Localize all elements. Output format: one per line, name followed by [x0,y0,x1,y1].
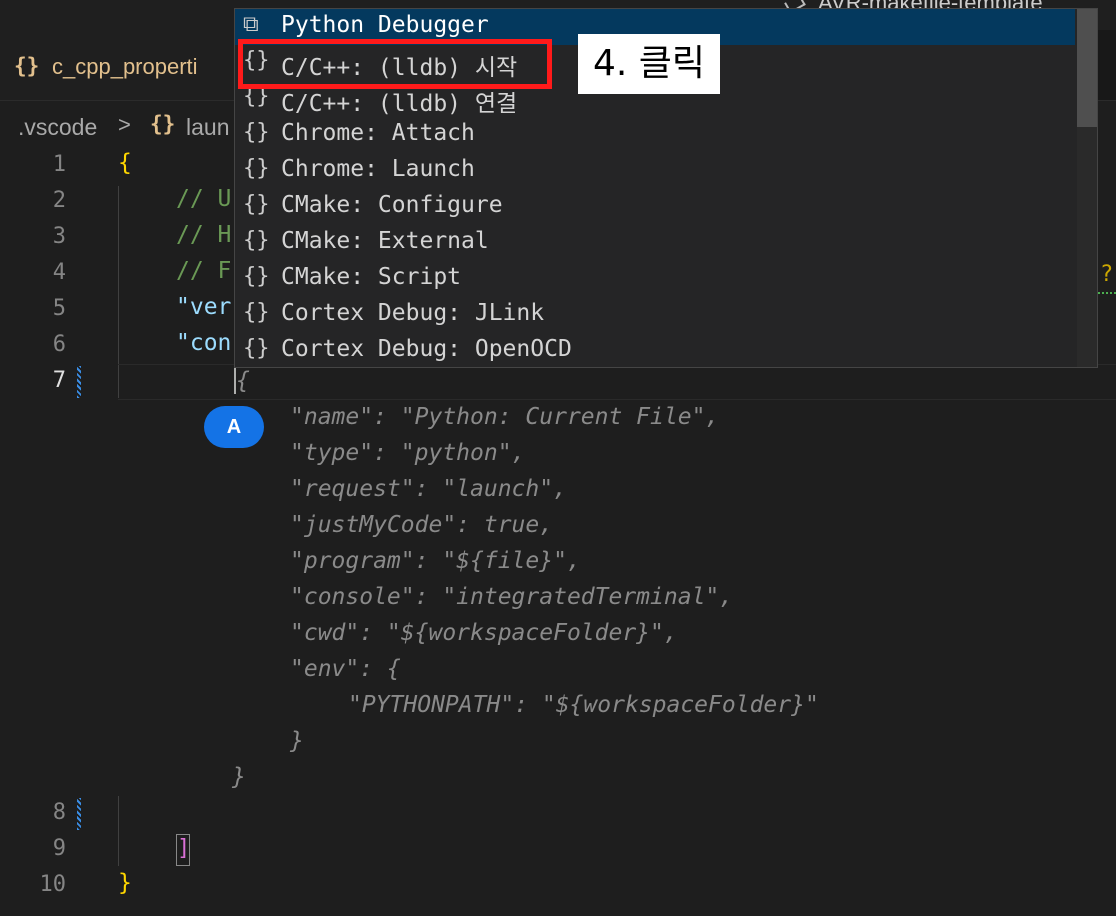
line4-trailing-char: ? [1100,262,1114,287]
json-file-icon: {} [14,54,40,78]
suggest-item-label: CMake: External [281,228,489,254]
ghost-text-line: { [236,368,250,394]
suggest-item-label: Chrome: Attach [281,120,475,146]
suggest-item-label: Chrome: Launch [281,156,475,182]
annotation-highlight-box [238,39,552,89]
braces-icon: {} [243,300,270,325]
braces-icon: {} [243,336,270,361]
suggest-item-label: Cortex Debug: OpenOCD [281,336,572,362]
suggest-item-chrome-attach[interactable]: {} Chrome: Attach [235,117,1075,153]
suggest-item-chrome-launch[interactable]: {} Chrome: Launch [235,153,1075,189]
suggest-item-label: C/C++: (lldb) 연결 [281,91,518,117]
breadcrumb-folder[interactable]: .vscode [18,114,97,141]
code-line-1: { [118,150,132,176]
ghost-text-line: "program": "${file}", [290,548,581,574]
suggest-item-label: Cortex Debug: JLink [281,300,545,326]
code-line-10: } [118,870,132,896]
ghost-text-line: } [232,764,246,790]
suggest-item-label: CMake: Script [281,264,462,290]
suggest-scrollbar-thumb[interactable] [1077,9,1097,127]
suggest-item-label: Python Debugger [281,12,489,38]
code-line-5: "ver [176,294,232,320]
json-file-icon: {} [150,112,176,136]
braces-icon: {} [243,192,270,217]
line-number-active: 7 [52,368,66,393]
line-number: 8 [52,800,66,825]
line-number: 10 [39,872,67,897]
avatar[interactable]: A [204,406,264,448]
ghost-text-line: "request": "launch", [290,476,567,502]
modified-line-marker[interactable] [77,366,81,398]
bracket-match: ] [176,834,190,866]
braces-icon: {} [243,120,270,145]
line-number: 9 [52,836,66,861]
chevron-right-icon: > [118,112,131,137]
braces-icon: {} [243,264,270,289]
suggest-item-cmake-external[interactable]: {} CMake: External [235,225,1075,261]
ghost-text-line: "type": "python", [290,440,526,466]
code-line-6: "con [176,330,232,356]
ghost-text-line: } [290,728,304,754]
code-line-3: // H [176,222,232,248]
line-number: 2 [52,188,66,213]
braces-icon: {} [243,228,270,253]
warning-squiggle [1098,292,1116,294]
modified-line-marker[interactable] [77,798,81,830]
ghost-text-line: "env": { [290,656,401,682]
code-line-4: // F [176,258,232,284]
line-number: 6 [52,332,66,357]
suggest-item-cortex-openocd[interactable]: {} Cortex Debug: OpenOCD [235,333,1075,367]
breadcrumb-file[interactable]: laun [186,114,229,141]
suggest-item-cmake-script[interactable]: {} CMake: Script [235,261,1075,297]
line-number: 5 [52,296,66,321]
line-number: 1 [52,152,66,177]
annotation-label: 4. 클릭 [578,34,720,94]
ghost-text-line: "justMyCode": true, [290,512,554,538]
code-line-2: // U [176,186,232,212]
ghost-text-line: "cwd": "${workspaceFolder}", [290,620,678,646]
suggest-item-label: CMake: Configure [281,192,503,218]
suggest-item-cortex-jlink[interactable]: {} Cortex Debug: JLink [235,297,1075,333]
braces-icon: {} [243,156,270,181]
ghost-text-line: "PYTHONPATH": "${workspaceFolder}" [348,692,819,718]
current-line-highlight [118,364,1116,400]
suggest-item-cmake-configure[interactable]: {} CMake: Configure [235,189,1075,225]
tab-label: c_cpp_properti [52,54,198,79]
line-number: 3 [52,224,66,249]
line-number: 4 [52,260,66,285]
indent-guide [118,796,119,866]
ghost-text-line: "console": "integratedTerminal", [290,584,734,610]
python-debugger-icon: ⧉ [243,12,259,37]
ghost-text-line: "name": "Python: Current File", [290,404,720,430]
